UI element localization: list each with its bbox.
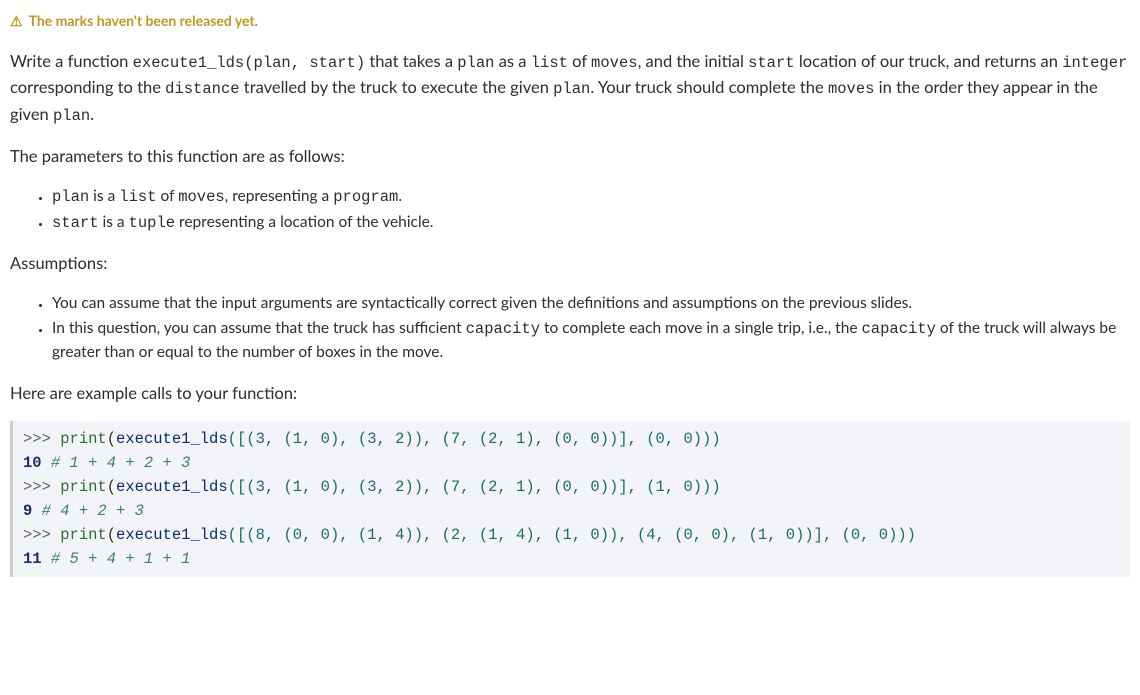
list-item: start is a tuple representing a location… — [52, 211, 1130, 235]
output-value: 9 — [23, 502, 42, 520]
code-funcsig: execute1_lds(plan, start) — [133, 54, 366, 72]
list-item: plan is a list of moves, representing a … — [52, 185, 1130, 209]
intro-paragraph: Write a function execute1_lds(plan, star… — [10, 49, 1130, 128]
code-list: list — [119, 188, 156, 206]
code-capacity: capacity — [466, 320, 540, 338]
output-value: 11 — [23, 550, 51, 568]
params-heading: The parameters to this function are as f… — [10, 144, 1130, 169]
output-comment: # 4 + 2 + 3 — [42, 502, 144, 520]
assumptions-heading: Assumptions: — [10, 251, 1130, 276]
func-name: execute1_lds — [116, 478, 228, 496]
list-item: In this question, you can assume that th… — [52, 317, 1130, 365]
examples-heading: Here are example calls to your function: — [10, 381, 1130, 406]
kw-print: print — [60, 526, 107, 544]
code-plan: plan — [52, 188, 89, 206]
output-comment: # 1 + 4 + 2 + 3 — [51, 454, 191, 472]
code-plan: plan — [457, 54, 494, 72]
warning-text: The marks haven't been released yet. — [29, 10, 258, 31]
output-value: 10 — [23, 454, 51, 472]
call-args: ([(3, (1, 0), (3, 2)), (7, (2, 1), (0, 0… — [228, 478, 721, 496]
repl-prompt: >>> — [23, 430, 60, 448]
code-moves: moves — [178, 188, 225, 206]
call-args: ([(3, (1, 0), (3, 2)), (7, (2, 1), (0, 0… — [228, 430, 721, 448]
kw-print: print — [60, 430, 107, 448]
params-list: plan is a list of moves, representing a … — [10, 185, 1130, 236]
list-item: You can assume that the input arguments … — [52, 292, 1130, 315]
code-list: list — [531, 54, 568, 72]
code-moves2: moves — [828, 80, 875, 98]
code-capacity2: capacity — [862, 320, 936, 338]
code-start: start — [52, 214, 99, 232]
repl-prompt: >>> — [23, 526, 60, 544]
code-moves: moves — [591, 54, 638, 72]
assumptions-list: You can assume that the input arguments … — [10, 292, 1130, 365]
code-start: start — [748, 54, 795, 72]
code-integer: integer — [1062, 54, 1127, 72]
output-comment: # 5 + 4 + 1 + 1 — [51, 550, 191, 568]
code-tuple: tuple — [129, 214, 176, 232]
code-plan3: plan — [53, 107, 90, 125]
code-example-block: >>> print(execute1_lds([(3, (1, 0), (3, … — [10, 421, 1130, 577]
code-distance: distance — [165, 80, 239, 98]
func-name: execute1_lds — [116, 526, 228, 544]
func-name: execute1_lds — [116, 430, 228, 448]
code-plan2: plan — [553, 80, 590, 98]
marks-warning: ⚠ The marks haven't been released yet. — [10, 10, 1130, 31]
repl-prompt: >>> — [23, 478, 60, 496]
kw-print: print — [60, 478, 107, 496]
call-args: ([(8, (0, 0), (1, 4)), (2, (1, 4), (1, 0… — [228, 526, 916, 544]
warning-icon: ⚠ — [10, 10, 23, 31]
code-program: program — [333, 188, 398, 206]
